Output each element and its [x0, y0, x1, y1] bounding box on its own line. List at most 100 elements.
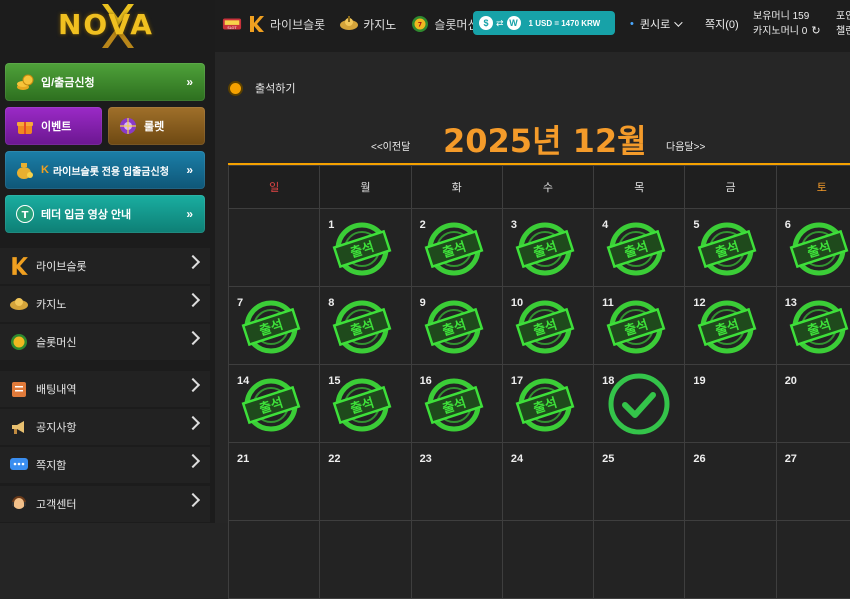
calendar-day-cell[interactable]: 25: [594, 443, 685, 521]
bullet-dot-icon: [230, 83, 241, 94]
calendar-day-cell[interactable]: 26: [685, 443, 776, 521]
nav-slot-machine[interactable]: 7 슬롯머신: [410, 15, 478, 33]
deposit-withdraw-button[interactable]: 입/출금신청 »: [5, 63, 205, 101]
site-logo[interactable]: NOVA: [0, 0, 215, 52]
attendance-stamp-icon: 출석: [424, 219, 484, 279]
next-month-link[interactable]: 다음달>>: [666, 138, 705, 153]
sidebar-item-notice[interactable]: 공지사항: [0, 409, 210, 445]
calendar-day-cell[interactable]: 14출석: [229, 365, 320, 443]
calendar-day-cell[interactable]: 16출석: [411, 365, 502, 443]
language-select[interactable]: • 퀸시로: [630, 16, 680, 32]
weekday-header: 토: [776, 166, 850, 209]
calendar-day-cell[interactable]: 22: [320, 443, 411, 521]
sidebar-item-label: 카지노: [36, 296, 66, 312]
attendance-stamp-icon: 출석: [332, 375, 392, 435]
calendar-day-cell[interactable]: 19: [685, 365, 776, 443]
calendar-day-cell[interactable]: 10출석: [502, 287, 593, 365]
logo-text: NOVA: [58, 8, 154, 41]
calendar-day-cell[interactable]: 4출석: [594, 209, 685, 287]
calendar-day-cell[interactable]: 2출석: [411, 209, 502, 287]
calendar-day-cell[interactable]: 27: [776, 443, 850, 521]
point-label[interactable]: 포인: [836, 9, 850, 24]
chevron-right-icon: [186, 293, 200, 307]
tether-guide-button[interactable]: T 테더 입금 영상 안내 »: [5, 195, 205, 233]
calendar-week-row: 7출석8출석9출석10출석11출석12출석13출석: [229, 287, 850, 365]
point-info: 포인 챌린: [836, 9, 850, 39]
chevron-right-icon: [186, 378, 200, 392]
roulette-button[interactable]: 룰렛: [108, 107, 205, 145]
slot-badge-icon: SLOT: [222, 15, 242, 33]
svg-text:T: T: [22, 210, 29, 221]
sidebar-item-messages[interactable]: 쪽지함: [0, 447, 210, 483]
attendance-stamp-icon: 출석: [606, 219, 666, 279]
nav-live-slot[interactable]: SLOT 라이브슬롯: [222, 15, 325, 33]
money-bag-icon: [15, 160, 35, 180]
prev-month-link[interactable]: <<이전달: [371, 138, 410, 153]
support-icon: [8, 493, 30, 515]
messages-link[interactable]: 쪽지(0): [705, 16, 739, 32]
swap-icon: ⇄: [496, 18, 504, 29]
sidebar-item-slot-machine[interactable]: 슬롯머신: [0, 324, 210, 360]
calendar-day-cell[interactable]: 3출석: [502, 209, 593, 287]
chevron-right-icon: [186, 416, 200, 430]
day-number: 23: [420, 453, 432, 465]
slot-machine-icon: 7: [410, 15, 430, 33]
calendar-day-cell[interactable]: 7출석: [229, 287, 320, 365]
casino-money-row: 카지노머니 0 ↻: [753, 24, 821, 39]
calendar-day-cell[interactable]: 12출석: [685, 287, 776, 365]
exchange-rate-badge[interactable]: $ ⇄ W 1 USD = 1470 KRW: [473, 11, 615, 35]
calendar-day-cell: [229, 209, 320, 287]
refresh-icon[interactable]: ↻: [811, 24, 820, 39]
calendar-day-cell[interactable]: 21: [229, 443, 320, 521]
sidebar: 입/출금신청 » 이벤트 룰렛 K 라이브슬롯 전용 입출금신청 » T 테더 …: [0, 52, 215, 523]
calendar-day-cell[interactable]: 11출석: [594, 287, 685, 365]
calendar-day-cell[interactable]: 18: [594, 365, 685, 443]
attendance-stamp-icon: 출석: [697, 219, 757, 279]
sidebar-item-live-slot[interactable]: 라이브슬롯: [0, 248, 210, 284]
calendar-day-cell[interactable]: 17출석: [502, 365, 593, 443]
sidebar-item-support[interactable]: 고객센터: [0, 486, 210, 522]
attendance-stamp-icon: 출석: [241, 375, 301, 435]
day-number: 19: [693, 375, 705, 387]
chevron-right-icon: [186, 331, 200, 345]
globe-icon: •: [630, 18, 634, 30]
day-number: 25: [602, 453, 614, 465]
calendar-day-cell[interactable]: 24: [502, 443, 593, 521]
live-slot-deposit-label: 라이브슬롯 전용 입출금신청: [53, 163, 169, 178]
attendance-stamp-icon: 출석: [789, 219, 849, 279]
calendar-day-cell[interactable]: 15출석: [320, 365, 411, 443]
calendar-day-cell: [411, 521, 502, 599]
live-slot-deposit-button[interactable]: K 라이브슬롯 전용 입출금신청 »: [5, 151, 205, 189]
weekday-header: 목: [594, 166, 685, 209]
calendar-day-cell[interactable]: 1출석: [320, 209, 411, 287]
event-button[interactable]: 이벤트: [5, 107, 102, 145]
megaphone-icon: [8, 416, 30, 438]
calendar-week-row: 2122 23 24 25 2627: [229, 443, 850, 521]
attendance-stamp-icon: 출석: [332, 219, 392, 279]
day-number: 24: [511, 453, 523, 465]
calendar-day-cell[interactable]: 5출석: [685, 209, 776, 287]
nav-casino[interactable]: 카지노: [339, 15, 396, 33]
calendar-day-cell[interactable]: 13출석: [776, 287, 850, 365]
attendance-stamp-icon: 출석: [515, 375, 575, 435]
calendar-day-cell[interactable]: 20: [776, 365, 850, 443]
challenge-label[interactable]: 챌린: [836, 24, 850, 39]
exchange-rate-text: 1 USD = 1470 KRW: [529, 19, 601, 28]
sidebar-item-label: 쪽지함: [36, 457, 66, 473]
calendar-day-cell[interactable]: 9출석: [411, 287, 502, 365]
double-chevron-icon: »: [186, 75, 193, 89]
calendar-day-cell: [685, 521, 776, 599]
nav-slot-machine-label: 슬롯머신: [434, 16, 478, 33]
double-chevron-icon: »: [186, 163, 193, 177]
sidebar-item-betting-history[interactable]: 배팅내역: [0, 371, 210, 407]
calendar-day-cell[interactable]: 8출석: [320, 287, 411, 365]
tether-icon: T: [15, 204, 35, 224]
live-slot-icon: [246, 15, 266, 33]
sidebar-item-casino[interactable]: 카지노: [0, 286, 210, 322]
calendar-day-cell[interactable]: 6출석: [776, 209, 850, 287]
gold-coins-icon: [15, 72, 35, 92]
calendar-day-cell[interactable]: 23: [411, 443, 502, 521]
roulette-label: 룰렛: [144, 118, 164, 134]
deposit-withdraw-label: 입/출금신청: [41, 74, 95, 90]
weekday-header: 금: [685, 166, 776, 209]
